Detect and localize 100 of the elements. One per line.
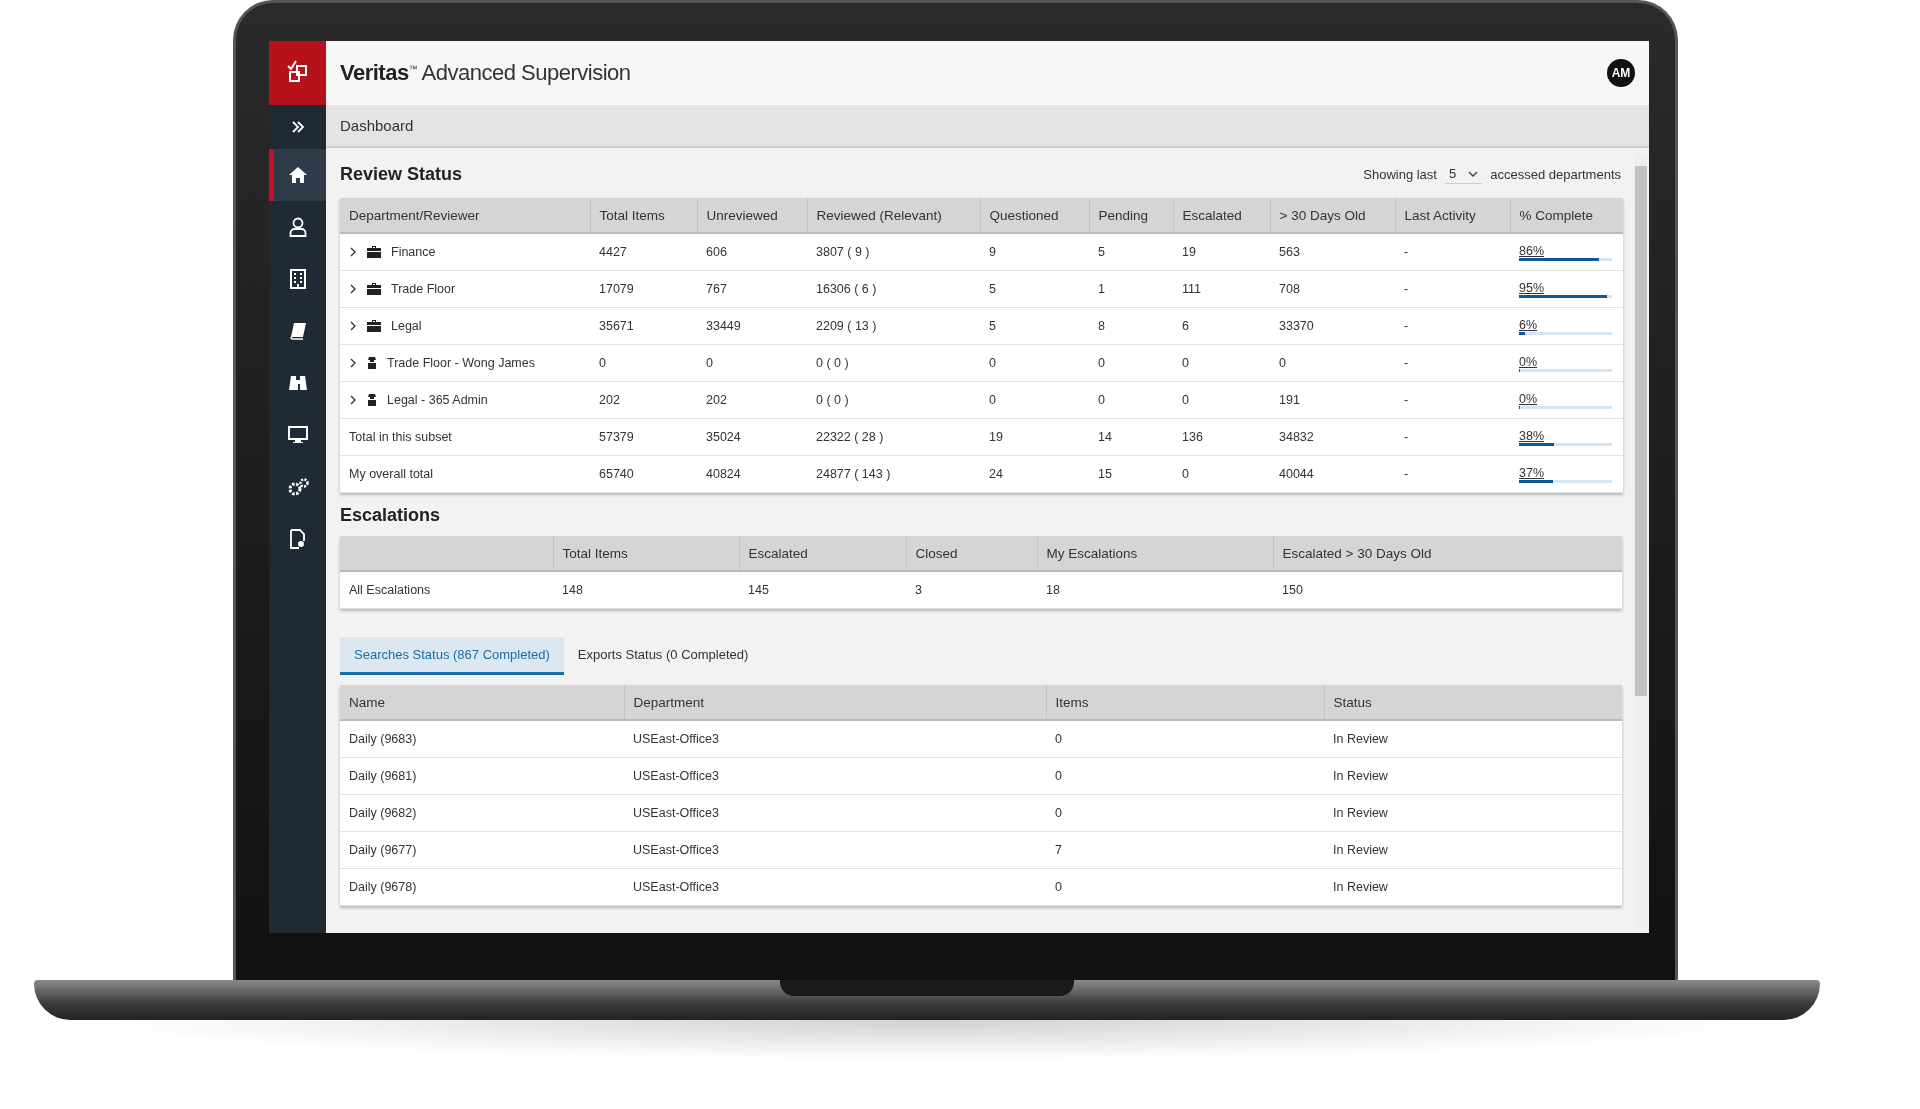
table-cell: In Review: [1333, 732, 1388, 746]
table-cell: -: [1404, 282, 1409, 296]
section-title: Escalations: [340, 505, 442, 526]
double-chevron-icon: [290, 120, 305, 134]
expand-chevron-icon[interactable]: [349, 246, 357, 257]
gears-icon: [286, 478, 309, 496]
table-cell: 111: [1182, 282, 1201, 296]
total-label: My overall total: [349, 467, 434, 481]
column-header: Unreviewed: [697, 198, 807, 233]
briefcase-icon: [367, 245, 381, 258]
table-cell: 5: [1098, 245, 1105, 259]
percent-complete: 6%: [1519, 317, 1538, 332]
section-title: Review Status: [340, 163, 463, 185]
column-header: Items: [1046, 685, 1324, 720]
table-cell: 33370: [1279, 319, 1314, 333]
table-cell: Daily (9681): [349, 769, 417, 783]
table-cell: 0: [989, 393, 996, 407]
table-cell: 145: [748, 583, 769, 597]
table-cell: USEast-Office3: [633, 769, 719, 783]
table-cell: 5: [989, 319, 996, 333]
table-cell: 563: [1279, 245, 1300, 259]
percent-complete: 0%: [1519, 391, 1538, 406]
expand-chevron-icon[interactable]: [349, 320, 357, 331]
table-cell: 24: [989, 467, 1003, 481]
book-icon: [288, 322, 307, 340]
table-cell: 191: [1279, 393, 1300, 407]
table-cell: 34832: [1279, 430, 1314, 444]
table-cell: 19: [1182, 245, 1196, 259]
table-cell: 8: [1098, 319, 1105, 333]
table-cell: 40044: [1279, 467, 1314, 481]
table-cell: -: [1404, 319, 1409, 333]
table-cell: 3807 ( 9 ): [816, 245, 870, 259]
column-header: Questioned: [980, 198, 1089, 233]
table-cell: USEast-Office3: [633, 806, 719, 820]
tab[interactable]: Exports Status (0 Completed): [563, 637, 763, 675]
user-avatar[interactable]: AM: [1607, 59, 1635, 87]
column-header: Status: [1324, 685, 1622, 720]
table-cell: 0: [1055, 806, 1062, 820]
table-cell: In Review: [1333, 880, 1388, 894]
column-header: Department/Reviewer: [340, 198, 590, 233]
percent-complete: 37%: [1519, 465, 1545, 480]
table-cell: 0: [1182, 393, 1189, 407]
chevron-down-icon: [1468, 170, 1479, 177]
table-cell: 0: [989, 356, 996, 370]
department-name: Legal: [391, 318, 422, 333]
table-cell: 3: [915, 583, 922, 597]
table-cell: 19: [989, 430, 1003, 444]
table-cell: -: [1404, 393, 1409, 407]
table-cell: 0: [1279, 356, 1286, 370]
showing-label: Showing last: [1363, 166, 1437, 182]
column-header: Pending: [1089, 198, 1173, 233]
department-name: Legal - 365 Admin: [387, 392, 488, 407]
percent-complete: 38%: [1519, 428, 1545, 443]
table-cell: 0: [1182, 467, 1189, 481]
column-header: Last Activity: [1395, 198, 1510, 233]
app-title: Veritas$^{™}$ Advanced Supervision: [340, 60, 631, 86]
total-label: Total in this subset: [349, 430, 452, 444]
table-cell: 65740: [599, 467, 634, 481]
column-header: Name: [340, 685, 624, 720]
nav-item[interactable]: [269, 149, 326, 201]
table-cell: 15: [1098, 467, 1112, 481]
table-cell: -: [1404, 430, 1409, 444]
table-cell: USEast-Office3: [633, 843, 719, 857]
table-cell: 0: [1098, 393, 1105, 407]
table-cell: 5: [989, 282, 996, 296]
table-cell: Daily (9677): [349, 843, 417, 857]
table-cell: 150: [1282, 583, 1303, 597]
column-header: Closed: [915, 545, 958, 561]
table-cell: 708: [1279, 282, 1300, 296]
table-cell: 0: [1055, 769, 1062, 783]
table-cell: 17079: [599, 282, 634, 296]
table-cell: 7: [1055, 843, 1062, 857]
expand-chevron-icon[interactable]: [349, 394, 357, 405]
binoculars-icon: [287, 374, 308, 392]
percent-complete: 95%: [1519, 280, 1545, 295]
table-cell: In Review: [1333, 769, 1388, 783]
table-cell: 14: [1098, 430, 1112, 444]
home-icon: [287, 166, 308, 184]
table-cell: Daily (9683): [349, 732, 417, 746]
count-dropdown[interactable]: 5: [1444, 164, 1483, 184]
document-icon: [288, 529, 307, 549]
department-name: Trade Floor - Wong James: [387, 355, 535, 370]
scrollbar[interactable]: [1635, 154, 1647, 927]
table-cell: 2209 ( 13 ): [816, 319, 877, 333]
column-header: Total Items: [590, 198, 697, 233]
expand-chevron-icon[interactable]: [349, 357, 357, 368]
table-cell: 0: [1182, 356, 1189, 370]
tab[interactable]: Searches Status (867 Completed): [340, 637, 564, 675]
table-cell: -: [1404, 356, 1409, 370]
table-cell: 0 ( 0 ): [816, 393, 849, 407]
table-cell: 6: [1182, 319, 1189, 333]
table-cell: 24877 ( 143 ): [816, 467, 891, 481]
percent-complete: 86%: [1519, 243, 1545, 258]
table-cell: 18: [1046, 583, 1060, 597]
table-cell: 0: [706, 356, 713, 370]
briefcase-icon: [367, 319, 381, 332]
table-cell: 57379: [599, 430, 634, 444]
expand-chevron-icon[interactable]: [349, 283, 357, 294]
column-header: Escalated: [748, 545, 808, 561]
table-cell: 202: [706, 393, 727, 407]
